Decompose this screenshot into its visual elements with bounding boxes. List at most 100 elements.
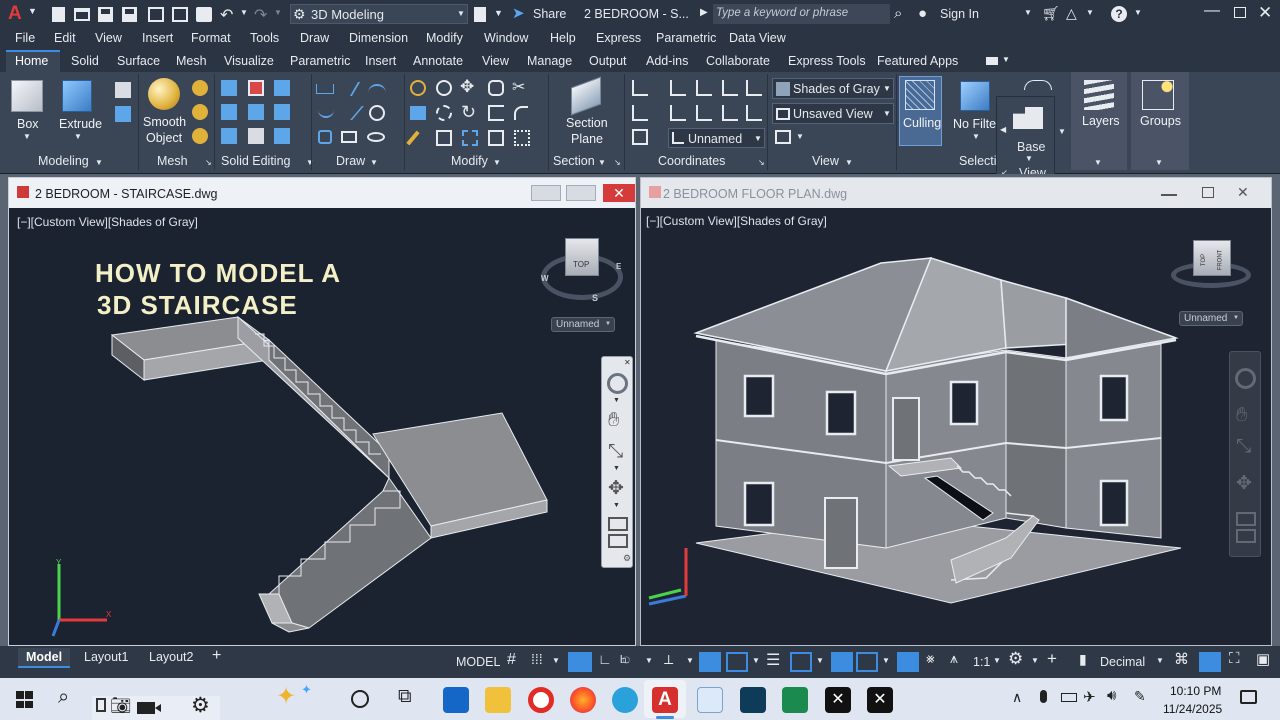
tab-home[interactable]: Home (15, 54, 48, 68)
view-expand-icon[interactable]: ▼ (845, 158, 853, 167)
close-icon[interactable]: ✕ (603, 184, 635, 202)
help-dropdown-icon[interactable]: ▼ (1134, 8, 1142, 17)
redo-dropdown-icon[interactable]: ▼ (274, 8, 282, 17)
copilot-sparkle-icon[interactable]: ✦ (276, 682, 296, 711)
maximize-icon[interactable] (1234, 7, 1246, 18)
cart-icon[interactable]: 🛒︎ (1042, 5, 1060, 22)
viewcube-top-face[interactable]: TOP FRONT (1193, 240, 1231, 276)
restore-icon[interactable] (566, 185, 596, 201)
open-icon[interactable] (74, 8, 90, 21)
box-button[interactable]: Box (17, 117, 39, 131)
tab-view[interactable]: View (482, 54, 509, 68)
presspull-icon[interactable] (115, 106, 131, 122)
minimize-icon[interactable]: — (1204, 2, 1220, 20)
ucs-object-icon[interactable] (746, 105, 762, 121)
modify-expand-icon[interactable]: ▼ (493, 158, 501, 167)
autocad-logo-icon[interactable]: A (8, 4, 24, 24)
floor-plan-viewport[interactable]: [−][Custom View][Shades of Gray] TOP FRO… (641, 208, 1271, 645)
dimension-icon[interactable] (1024, 80, 1052, 90)
dynamic-input-icon[interactable]: ∟ (598, 651, 612, 667)
floor-plan-window-titlebar[interactable]: 2 BEDROOM FLOOR PLAN.dwg ✕ (641, 178, 1271, 208)
ucs-view-icon[interactable] (632, 105, 648, 121)
object-snap-tracking-icon[interactable] (699, 652, 721, 672)
mesh-tool-1-icon[interactable] (192, 80, 208, 96)
ucs-axis-icon[interactable]: Y X (47, 558, 119, 640)
zoom-extents-icon[interactable]: ⤡ (608, 441, 623, 463)
redo-icon[interactable]: ↷ (254, 5, 267, 25)
smooth-object-button[interactable]: Smooth (143, 115, 186, 129)
viewcube[interactable]: TOP W E S (541, 238, 625, 304)
solid-editing-expand-icon[interactable]: ▼ (306, 158, 314, 167)
sign-in-dropdown-icon[interactable]: ▼ (1024, 8, 1032, 17)
object-snap-icon[interactable] (726, 652, 748, 672)
infer-constraints-icon[interactable] (568, 652, 592, 672)
xline-icon[interactable] (336, 106, 364, 120)
visual-style-selector[interactable]: Shades of Gray ▼ (772, 78, 894, 99)
snap-icon[interactable]: ⁞⁞⁞ (531, 651, 543, 667)
section-plane-icon[interactable] (571, 76, 601, 116)
groups-expand-icon[interactable]: ▼ (1155, 158, 1163, 167)
trim-icon[interactable]: ✂ (512, 77, 525, 97)
ucs-menu[interactable]: Unnamed ▼ (1179, 311, 1243, 326)
telegram-icon[interactable] (612, 687, 638, 713)
fillet-icon[interactable] (514, 106, 528, 120)
array-icon[interactable] (514, 130, 530, 146)
app-menu-chevron-icon[interactable]: ▼ (28, 6, 37, 16)
no-filter-dropdown-icon[interactable]: ▼ (972, 132, 980, 141)
extrude-dropdown-icon[interactable]: ▼ (74, 132, 82, 141)
arc-icon[interactable] (368, 84, 386, 98)
restore-icon[interactable] (1202, 187, 1214, 198)
customize-qat-icon[interactable]: ▼ (494, 8, 503, 18)
capcut-2-icon[interactable]: ✕ (867, 687, 893, 713)
play-icon[interactable] (608, 534, 628, 548)
minimize-icon[interactable] (1161, 194, 1177, 196)
undo-icon[interactable]: ↶ (220, 5, 233, 25)
search-icon[interactable]: ⌕ (58, 686, 69, 709)
menu-format[interactable]: Format (191, 31, 231, 45)
panel-label-modify[interactable]: Modify (451, 154, 488, 168)
add-layout-button[interactable]: + (212, 647, 221, 665)
menu-file[interactable]: File (15, 31, 35, 45)
auto-scale-icon[interactable]: ⨳ (926, 650, 935, 667)
tab-solid[interactable]: Solid (71, 54, 99, 68)
tab-visualize[interactable]: Visualize (224, 54, 274, 68)
tab-express-tools[interactable]: Express Tools (788, 54, 866, 68)
tab-parametric[interactable]: Parametric (290, 54, 350, 68)
ucs-y-icon[interactable] (696, 105, 712, 121)
zoom-extents-icon[interactable]: ⤡ (1236, 436, 1251, 458)
modeling-panel-expand-icon[interactable]: ▼ (95, 158, 103, 167)
snipping-icon[interactable] (96, 698, 106, 712)
menu-help[interactable]: Help (550, 31, 576, 45)
steering-wheel-icon[interactable] (1235, 368, 1256, 389)
stretch-icon[interactable] (462, 130, 478, 146)
staircase-drawing-window[interactable]: 2 BEDROOM - STAIRCASE.dwg ✕ [−][Custom V… (8, 177, 636, 646)
battery-icon[interactable] (1061, 693, 1077, 702)
interfere-icon[interactable] (248, 104, 264, 120)
erase-icon[interactable] (406, 130, 420, 146)
panel-label-view[interactable]: View (812, 154, 839, 168)
steering-wheel-icon[interactable] (607, 373, 628, 394)
windows-start-icon[interactable] (16, 691, 33, 708)
extract-edges-icon[interactable] (274, 128, 290, 144)
pan-icon[interactable]: ✋︎ (1236, 404, 1247, 427)
autodesk-a360-icon[interactable]: △ (1066, 5, 1077, 22)
ucs-manager-icon[interactable] (632, 129, 648, 145)
tab-annotate[interactable]: Annotate (413, 54, 463, 68)
selection-cycling-dropdown-icon[interactable]: ▼ (816, 656, 824, 665)
snap-dropdown-icon[interactable]: ▼ (552, 656, 560, 665)
close-icon[interactable]: ✕ (1237, 184, 1249, 201)
ucs-menu[interactable]: Unnamed ▼ (551, 317, 615, 332)
ucs-zaxis-icon[interactable] (722, 105, 738, 121)
tab-insert[interactable]: Insert (365, 54, 396, 68)
staircase-viewport[interactable]: [−][Custom View][Shades of Gray] HOW TO … (9, 208, 635, 645)
offset-icon[interactable] (488, 105, 504, 121)
layers-quick-icon[interactable] (474, 7, 486, 22)
plot-icon[interactable] (196, 7, 212, 22)
mesh-tool-2-icon[interactable] (192, 104, 208, 120)
extrude-button[interactable]: Extrude (59, 117, 102, 131)
3d-rotate-icon[interactable] (436, 80, 452, 96)
notification-icon[interactable] (1240, 690, 1257, 704)
mesh-tool-3-icon[interactable] (192, 128, 208, 144)
isodraft-icon[interactable]: ⟂ (664, 651, 673, 668)
compass-south[interactable]: S (592, 293, 598, 303)
